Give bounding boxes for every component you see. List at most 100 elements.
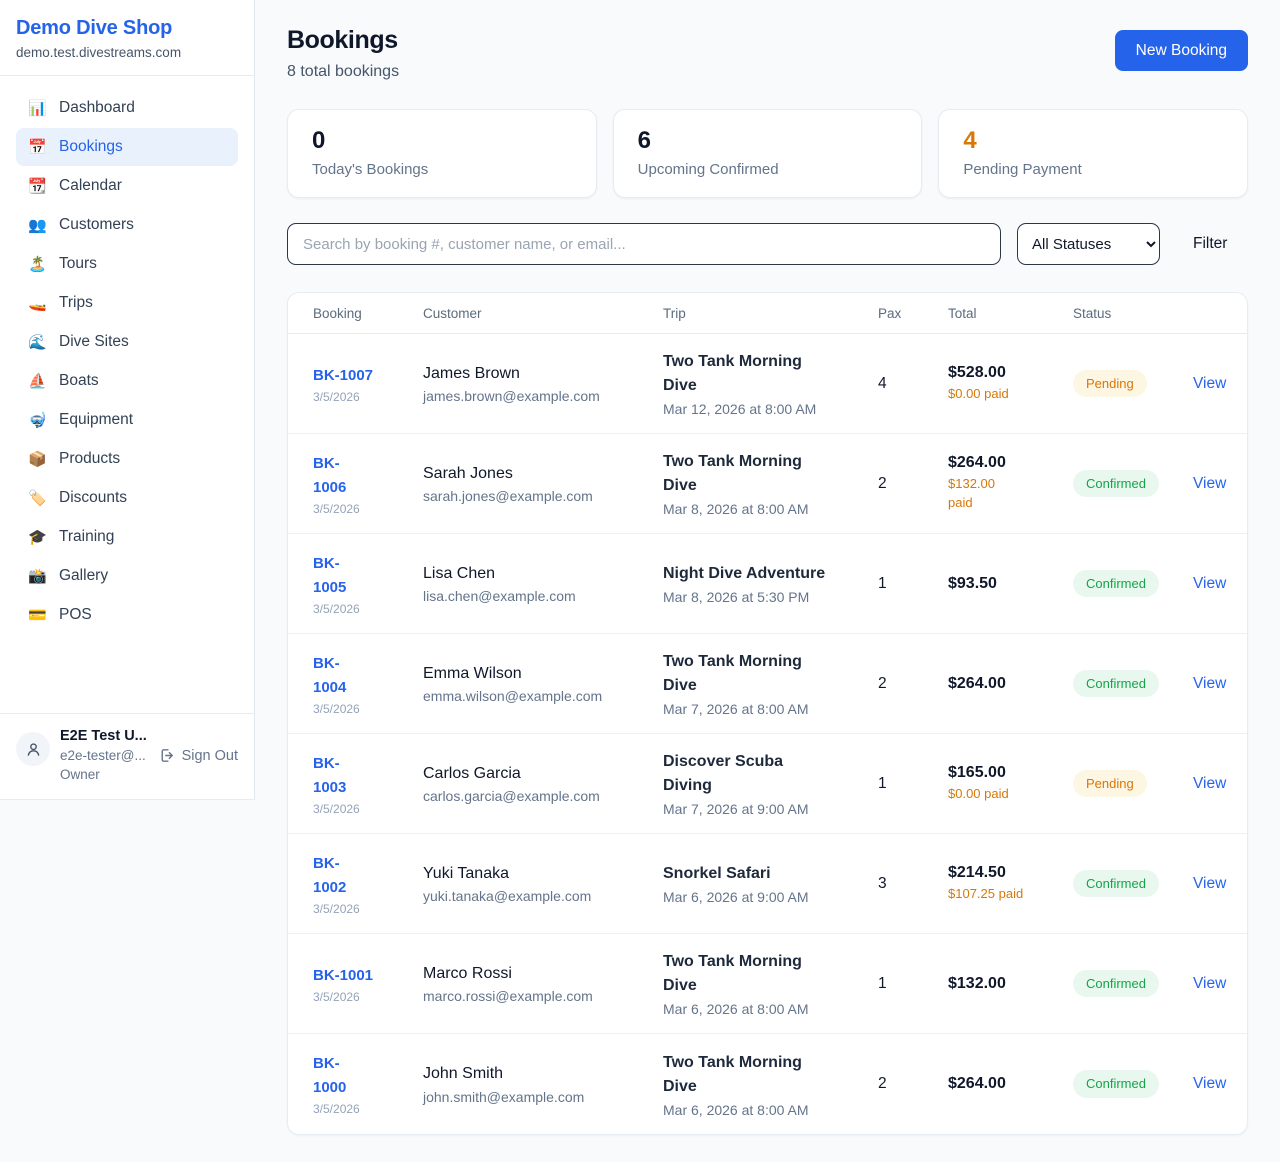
stats-row: 0 Today's Bookings 6 Upcoming Confirmed … xyxy=(287,109,1248,198)
avatar xyxy=(16,732,50,766)
user-meta: E2E Test U... e2e-tester@... Owner xyxy=(60,726,147,785)
booking-link[interactable]: BK- 1002 xyxy=(313,852,346,900)
new-booking-button[interactable]: New Booking xyxy=(1115,30,1248,71)
trip-datetime: Mar 7, 2026 at 9:00 AM xyxy=(663,801,878,817)
sidebar-item-products[interactable]: 📦 Products xyxy=(16,440,238,478)
sidebar-item-dashboard[interactable]: 📊 Dashboard xyxy=(16,89,238,127)
dive-sites-icon: 🌊 xyxy=(28,335,46,350)
booking-date: 3/5/2026 xyxy=(313,1102,423,1116)
booking-link[interactable]: BK- 1000 xyxy=(313,1052,346,1100)
status-badge: Confirmed xyxy=(1073,670,1159,698)
booking-link[interactable]: BK- 1005 xyxy=(313,552,346,600)
paid-amount: $0.00 paid xyxy=(948,385,1073,404)
view-link[interactable]: View xyxy=(1193,475,1226,492)
table-row: BK- 1000 3/5/2026 John Smith john.smith@… xyxy=(288,1034,1247,1134)
brand-name: Demo Dive Shop xyxy=(16,17,238,40)
pax-count: 1 xyxy=(878,575,948,593)
pos-icon: 💳 xyxy=(28,608,46,623)
calendar-icon: 📆 xyxy=(28,179,46,194)
trip-name: Snorkel Safari xyxy=(663,862,878,886)
brand-domain: demo.test.divestreams.com xyxy=(16,45,238,60)
trip-name: Two Tank Morning Dive xyxy=(663,450,878,498)
user-email: e2e-tester@... xyxy=(60,747,147,766)
sign-out-icon xyxy=(158,747,175,764)
customer-email: emma.wilson@example.com xyxy=(423,688,663,704)
trip-name: Discover Scuba Diving xyxy=(663,750,878,798)
pax-count: 2 xyxy=(878,675,948,693)
pax-count: 1 xyxy=(878,975,948,993)
sidebar-item-training[interactable]: 🎓 Training xyxy=(16,518,238,556)
paid-amount: $107.25 paid xyxy=(948,885,1073,904)
trip-name: Two Tank Morning Dive xyxy=(663,350,878,398)
sidebar-item-calendar[interactable]: 📆 Calendar xyxy=(16,167,238,205)
table-row: BK- 1006 3/5/2026 Sarah Jones sarah.jone… xyxy=(288,434,1247,534)
view-link[interactable]: View xyxy=(1193,875,1226,892)
booking-link[interactable]: BK-1007 xyxy=(313,364,373,388)
view-link[interactable]: View xyxy=(1193,575,1226,592)
main-content: Bookings 8 total bookings New Booking 0 … xyxy=(255,0,1280,1135)
booking-date: 3/5/2026 xyxy=(313,990,423,1004)
view-link[interactable]: View xyxy=(1193,775,1226,792)
trip-name: Two Tank Morning Dive xyxy=(663,1051,878,1099)
total-amount: $264.00 xyxy=(948,675,1073,693)
equipment-icon: 🤿 xyxy=(28,413,46,428)
status-badge: Pending xyxy=(1073,770,1147,798)
bookings-count: 8 total bookings xyxy=(287,63,399,81)
customer-name: John Smith xyxy=(423,1063,663,1085)
stat-card-pending-payment: 4 Pending Payment xyxy=(938,109,1248,198)
trip-name: Two Tank Morning Dive xyxy=(663,950,878,998)
sidebar-nav: 📊 Dashboard 📅 Bookings 📆 Calendar 👥 Cust… xyxy=(0,76,254,635)
trip-datetime: Mar 6, 2026 at 9:00 AM xyxy=(663,889,878,905)
search-input[interactable] xyxy=(287,223,1001,265)
total-amount: $132.00 xyxy=(948,975,1073,993)
booking-link[interactable]: BK-1001 xyxy=(313,964,373,988)
brand: Demo Dive Shop demo.test.divestreams.com xyxy=(0,0,254,76)
trip-datetime: Mar 8, 2026 at 5:30 PM xyxy=(663,589,878,605)
discounts-icon: 🏷️ xyxy=(28,491,46,506)
sign-out-label: Sign Out xyxy=(182,748,238,764)
status-select[interactable]: All Statuses xyxy=(1017,223,1160,265)
trip-datetime: Mar 7, 2026 at 8:00 AM xyxy=(663,701,878,717)
booking-date: 3/5/2026 xyxy=(313,390,423,404)
view-link[interactable]: View xyxy=(1193,975,1226,992)
booking-link[interactable]: BK- 1003 xyxy=(313,752,346,800)
view-link[interactable]: View xyxy=(1193,1075,1226,1092)
customer-email: lisa.chen@example.com xyxy=(423,588,663,604)
sidebar-item-boats[interactable]: ⛵ Boats xyxy=(16,362,238,400)
total-amount: $165.00 xyxy=(948,764,1073,782)
pax-count: 2 xyxy=(878,1075,948,1093)
trip-datetime: Mar 6, 2026 at 8:00 AM xyxy=(663,1102,878,1118)
page-title: Bookings xyxy=(287,26,399,55)
status-badge: Confirmed xyxy=(1073,570,1159,598)
customers-icon: 👥 xyxy=(28,218,46,233)
sidebar-item-dive-sites[interactable]: 🌊 Dive Sites xyxy=(16,323,238,361)
sidebar-item-pos[interactable]: 💳 POS xyxy=(16,596,238,634)
sidebar-item-customers[interactable]: 👥 Customers xyxy=(16,206,238,244)
sign-out-button[interactable]: Sign Out xyxy=(158,747,238,764)
booking-link[interactable]: BK- 1006 xyxy=(313,452,346,500)
paid-amount: $0.00 paid xyxy=(948,785,1073,804)
booking-date: 3/5/2026 xyxy=(313,502,423,516)
filter-button[interactable]: Filter xyxy=(1193,235,1227,253)
pax-count: 4 xyxy=(878,375,948,393)
total-amount: $93.50 xyxy=(948,575,1073,593)
bookings-table: Booking Customer Trip Pax Total Status B… xyxy=(287,292,1248,1135)
status-badge: Confirmed xyxy=(1073,470,1159,498)
total-amount: $264.00 xyxy=(948,1075,1073,1093)
sidebar-item-gallery[interactable]: 📸 Gallery xyxy=(16,557,238,595)
stat-label: Pending Payment xyxy=(963,161,1223,178)
view-link[interactable]: View xyxy=(1193,375,1226,392)
sidebar-item-trips[interactable]: 🚤 Trips xyxy=(16,284,238,322)
gallery-icon: 📸 xyxy=(28,569,46,584)
customer-name: Sarah Jones xyxy=(423,463,663,485)
stat-value: 6 xyxy=(638,127,898,155)
filter-row: All Statuses Filter xyxy=(287,223,1248,265)
sidebar-item-equipment[interactable]: 🤿 Equipment xyxy=(16,401,238,439)
sidebar-item-tours[interactable]: 🏝️ Tours xyxy=(16,245,238,283)
sidebar-item-discounts[interactable]: 🏷️ Discounts xyxy=(16,479,238,517)
column-header-total: Total xyxy=(948,306,1073,321)
page-header: Bookings 8 total bookings New Booking xyxy=(287,26,1248,81)
view-link[interactable]: View xyxy=(1193,675,1226,692)
sidebar-item-bookings[interactable]: 📅 Bookings xyxy=(16,128,238,166)
booking-link[interactable]: BK- 1004 xyxy=(313,652,346,700)
